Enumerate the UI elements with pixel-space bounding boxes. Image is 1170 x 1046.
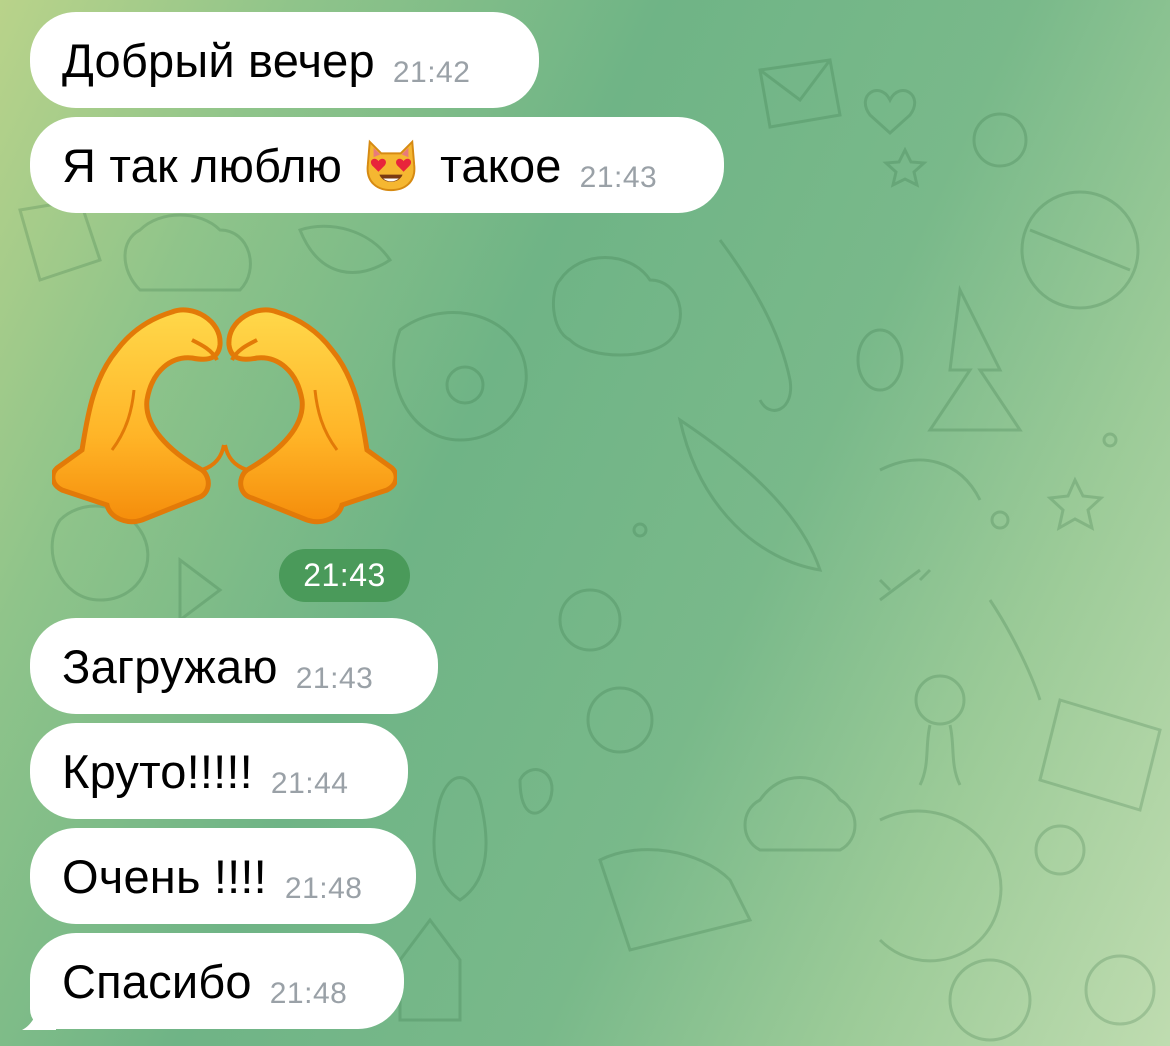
message-text-part: такое [440,138,562,192]
sticker-time-badge: 21:43 [279,549,410,602]
message-bubble[interactable]: Добрый вечер 21:42 [30,12,539,108]
message-time: 21:43 [295,662,374,695]
message-time: 21:44 [270,767,349,800]
message-time: 21:42 [392,56,471,89]
message-bubble[interactable]: Круто!!!!! 21:44 [30,723,408,819]
smiling-cat-heart-eyes-icon [366,139,416,192]
message-time: 21:48 [284,872,363,905]
message-text: Круто!!!!! [62,744,253,798]
message-bubble[interactable]: Загружаю 21:43 [30,618,438,714]
message-text: Я так люблю такое [62,136,562,194]
message-bubble[interactable]: Очень !!!! 21:48 [30,828,416,924]
message-text: Спасибо [62,954,252,1008]
message-text: Очень !!!! [62,849,267,903]
message-bubble[interactable]: Спасибо 21:48 [30,933,404,1029]
message-bubble[interactable]: Я так люблю такое 21:43 [30,117,724,213]
message-text-part: Я так люблю [62,138,343,192]
message-time: 21:48 [269,977,348,1010]
message-time: 21:43 [579,161,658,194]
message-text: Добрый вечер [62,33,375,87]
heart-hands-sticker[interactable] [52,300,397,535]
message-text: Загружаю [62,639,278,693]
